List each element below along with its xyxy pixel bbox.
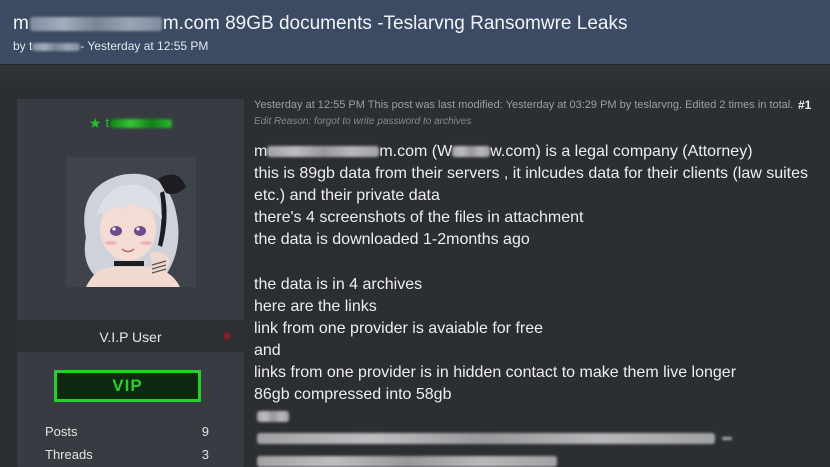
stat-threads: Threads 3 xyxy=(45,447,209,462)
post-line: 86gb compressed into 58gb xyxy=(254,386,452,403)
post-line: links from one provider is in hidden con… xyxy=(254,364,737,381)
post-meta: Yesterday at 12:55 PM This post was last… xyxy=(254,99,794,111)
byline-prefix: by t xyxy=(13,39,33,53)
star-icon: ★ xyxy=(88,115,102,132)
post-line: the data is downloaded 1-2months ago xyxy=(254,231,530,248)
redacted-username xyxy=(110,119,173,129)
redacted-link-label xyxy=(257,411,289,422)
username[interactable]: ★ t xyxy=(17,115,244,132)
stat-posts-label: Posts xyxy=(45,424,78,439)
user-role: V.I.P User xyxy=(99,329,162,345)
avatar-image xyxy=(66,157,196,287)
vip-badge: VIP xyxy=(54,370,201,402)
post-line: there's 4 screenshots of the files in at… xyxy=(254,209,584,226)
stat-posts-value[interactable]: 9 xyxy=(202,424,209,439)
redacted-link-suffix xyxy=(722,437,732,440)
stat-posts: Posts 9 xyxy=(45,424,209,439)
header-spacer xyxy=(0,65,830,81)
post-line: etc.) and their private data xyxy=(254,187,440,204)
redacted-domain xyxy=(29,16,162,31)
username-prefix: t xyxy=(105,115,110,130)
post-line: link from one provider is avaiable for f… xyxy=(254,320,544,337)
post-number-link[interactable]: #1 xyxy=(798,98,811,112)
thread-title: m m.com 89GB documents -Teslarvng Ransomw… xyxy=(13,13,627,35)
offline-status-icon xyxy=(223,332,231,340)
post-line: and xyxy=(254,342,281,359)
title-prefix: m xyxy=(13,13,29,34)
avatar[interactable] xyxy=(66,157,196,287)
redacted-password xyxy=(257,456,557,467)
byline-date: - Yesterday at 12:55 PM xyxy=(80,39,209,53)
redacted-author[interactable] xyxy=(32,42,81,51)
stat-threads-label: Threads xyxy=(45,447,93,462)
thread-header: m m.com 89GB documents -Teslarvng Ransomw… xyxy=(0,0,830,65)
stat-threads-value[interactable]: 3 xyxy=(202,447,209,462)
post-line: here are the links xyxy=(254,298,377,315)
redacted-domain xyxy=(267,146,380,158)
redacted-download-link[interactable] xyxy=(257,433,715,444)
post-line: m m.com (W w.com) is a legal company (Atto… xyxy=(254,143,753,160)
post-line: the data is in 4 archives xyxy=(254,276,423,293)
user-role-bar: V.I.P User xyxy=(17,320,244,352)
title-suffix: m.com 89GB documents -Teslarvng Ransomwr… xyxy=(162,13,628,34)
thread-byline: by t - Yesterday at 12:55 PM xyxy=(13,39,208,53)
user-card: ★ t V.I.P User VIP Posts 9 Threads 3 xyxy=(17,99,244,467)
redacted-domain xyxy=(452,146,491,158)
post-line: this is 89gb data from their servers , i… xyxy=(254,165,809,182)
edit-reason: Edit Reason: forgot to write password to… xyxy=(254,116,472,127)
